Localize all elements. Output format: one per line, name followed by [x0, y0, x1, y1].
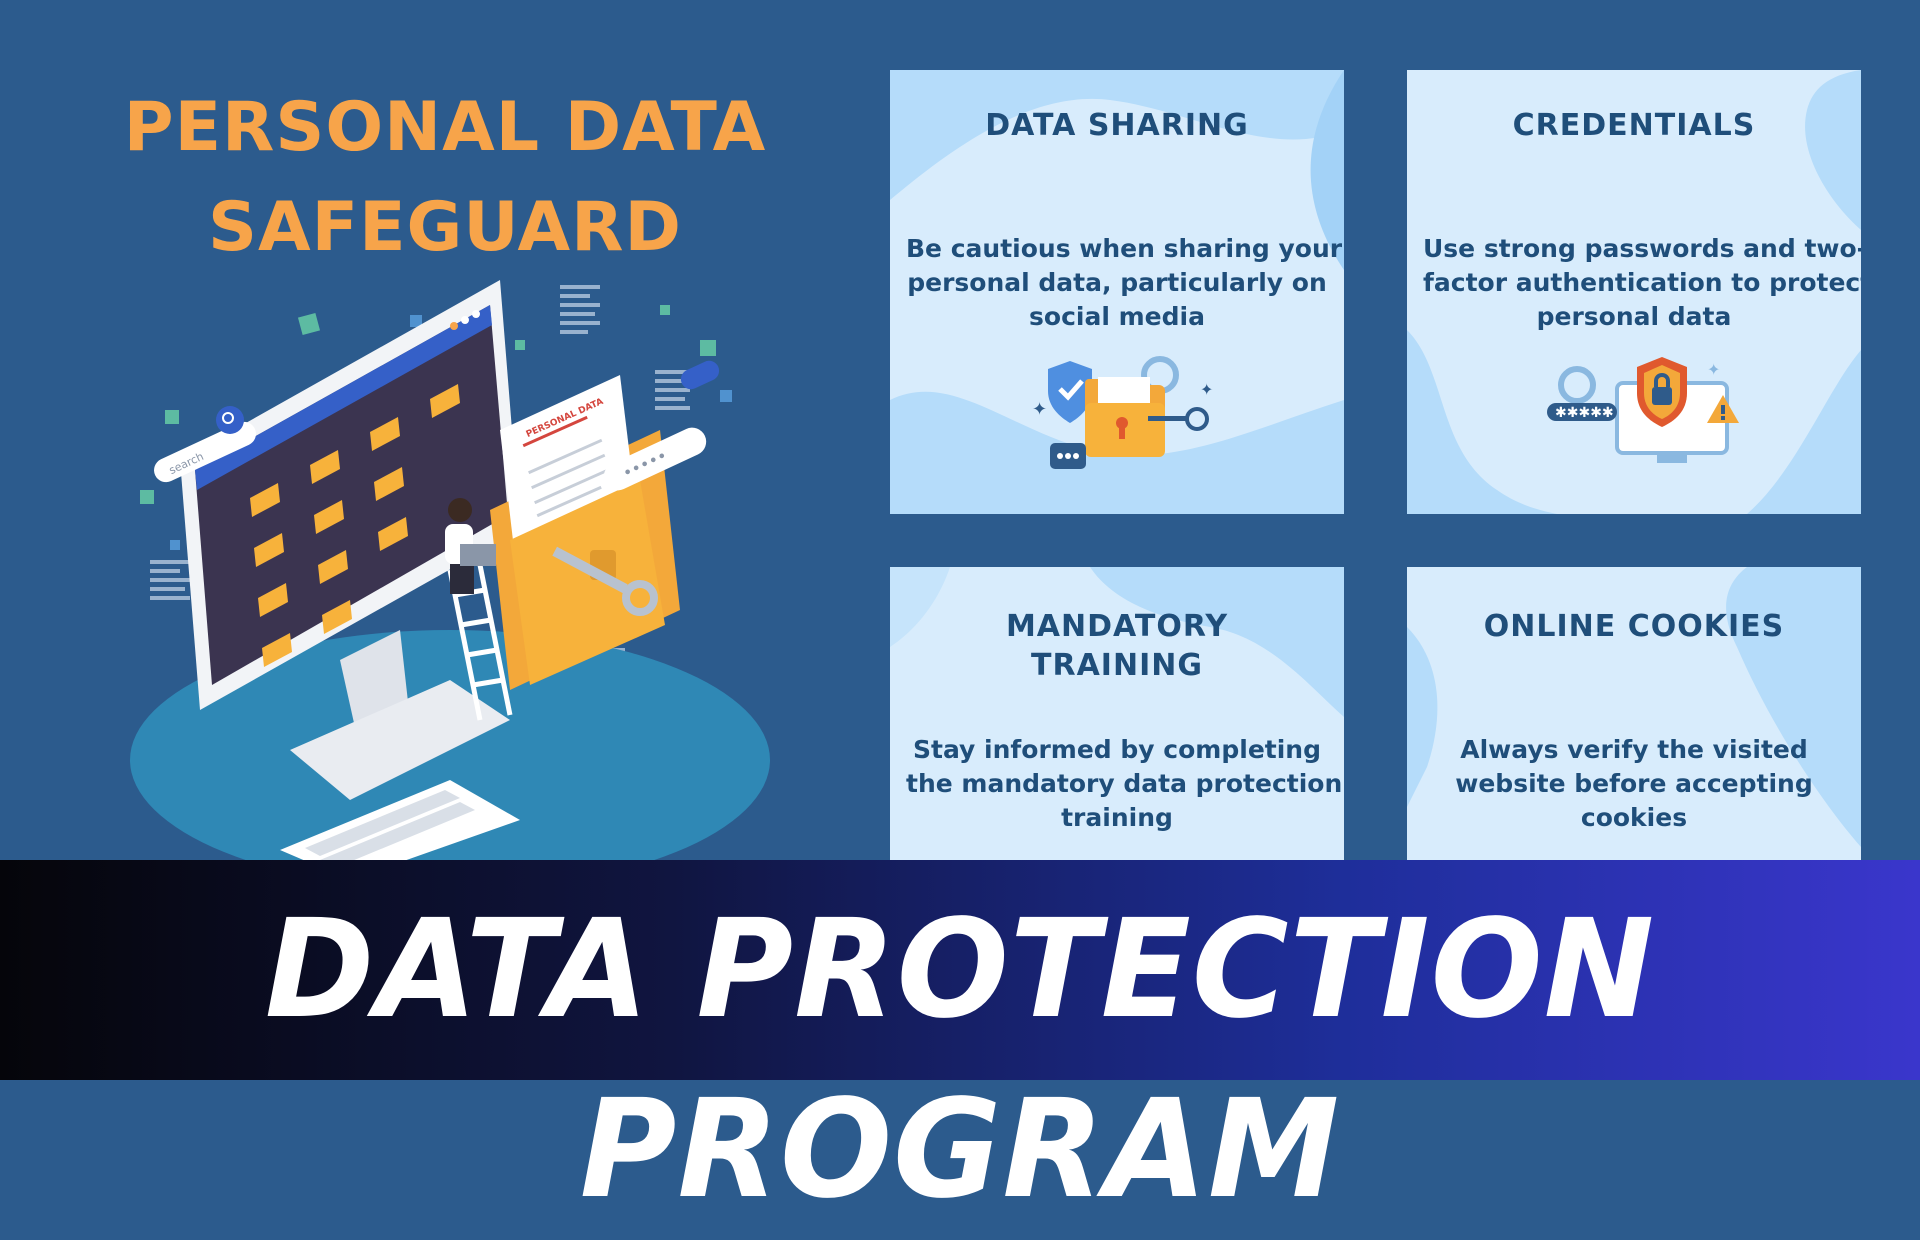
- card-text-line: website before accepting: [1455, 769, 1813, 798]
- computer-data-illustration: search PERSONAL DATA •••••: [130, 280, 770, 870]
- password-lock-monitor-icon: ✱✱✱✱✱ ✦: [1547, 357, 1739, 463]
- shield-folder-key-icon: ✦ ✦: [1032, 356, 1213, 469]
- page-title: PERSONAL DATA SAFEGUARD: [45, 78, 845, 278]
- card-data-sharing: DATA SHARING Be cautious when sharing yo…: [890, 70, 1344, 514]
- svg-text:✱✱✱✱✱: ✱✱✱✱✱: [1555, 405, 1614, 421]
- svg-text:✦: ✦: [1707, 360, 1720, 379]
- banner-title: DATA PROTECTION PROGRAM: [264, 891, 1656, 1229]
- card-text-line: the mandatory data protection: [906, 769, 1343, 798]
- card-credentials: CREDENTIALS Use strong passwords and two…: [1407, 70, 1861, 514]
- card-text-line: personal data: [1536, 302, 1732, 331]
- card-text-line: Always verify the visited: [1460, 735, 1808, 764]
- card-text-line: Be cautious when sharing your: [906, 234, 1343, 263]
- card-title-line: DATA SHARING: [985, 108, 1249, 143]
- card-text-line: cookies: [1580, 803, 1688, 832]
- card-title-line: MANDATORY: [1005, 609, 1229, 644]
- card-text-line: Use strong passwords and two-: [1423, 234, 1861, 263]
- title-line-1: PERSONAL DATA: [123, 88, 767, 167]
- title-line-2: SAFEGUARD: [208, 188, 682, 267]
- card-title-line: TRAINING: [1031, 648, 1203, 683]
- card-text-line: factor authentication to protect: [1423, 268, 1861, 297]
- card-text-line: personal data, particularly on: [907, 268, 1327, 297]
- bottom-banner: DATA PROTECTION PROGRAM: [0, 860, 1920, 1229]
- svg-text:✦: ✦: [1200, 380, 1213, 399]
- card-text-line: training: [1061, 803, 1173, 832]
- card-title-line: CREDENTIALS: [1512, 108, 1756, 143]
- card-title-line: ONLINE COOKIES: [1483, 609, 1785, 644]
- svg-text:✦: ✦: [1032, 399, 1047, 420]
- card-text-line: Stay informed by completing: [913, 735, 1321, 764]
- card-text-line: social media: [1029, 302, 1205, 331]
